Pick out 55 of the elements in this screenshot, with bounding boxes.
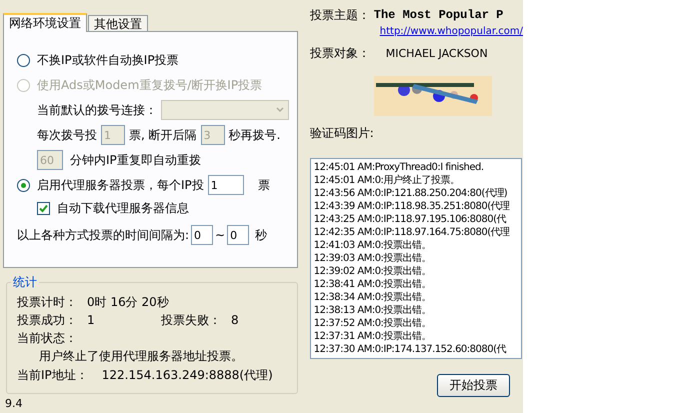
log-entry: 12:37:52 AM:0:投票出错。: [314, 317, 432, 330]
ip-label: 当前IP地址：: [17, 366, 88, 384]
status-label: 当前状态：: [17, 330, 77, 346]
topic-value: The Most Popular P: [374, 8, 504, 22]
unit-label: 票: [258, 176, 270, 194]
radio-button[interactable]: [17, 178, 30, 192]
ip-value: 122.154.163.249:8888(代理): [102, 366, 273, 384]
log-entry: 12:43:56 AM:0:IP:121.88.250.204:80(代理): [314, 187, 508, 200]
target-label: 投票对象：: [310, 44, 370, 62]
log-entry: 12:37:31 AM:0:投票出错。: [314, 330, 432, 343]
timer-label: 投票计时：: [17, 294, 77, 310]
redial-label: 秒再拨号.: [228, 126, 280, 144]
topic-label: 投票主题：: [310, 6, 370, 24]
target-value: MICHAEL JACKSON: [386, 46, 488, 60]
vote-link[interactable]: http://www.whopopular.com/: [380, 26, 523, 36]
checkbox[interactable]: [37, 202, 50, 214]
log-entry: 12:37:30 AM:0:IP:174.137.152.60:8080(代: [314, 343, 508, 356]
unit-label: 秒: [255, 226, 268, 244]
status-value: 用户终止了使用代理服务器地址投票。: [39, 348, 243, 364]
tab[interactable]: 网络环境设置: [3, 13, 87, 32]
log-entry: 12:38:34 AM:0:投票出错。: [314, 291, 432, 304]
log-entry: 12:45:01 AM:0:用户终止了投票。: [314, 174, 460, 187]
repeat-label: 分钟内IP重复即自动重拨: [70, 152, 201, 168]
success-label: 投票成功：: [17, 312, 77, 328]
log-entry: 12:41:03 AM:0:投票出错。: [314, 239, 432, 252]
interval-to-field[interactable]: 0: [227, 225, 250, 245]
radio-label: 使用Ads或Modem重复拨号/断开换IP投票: [37, 76, 262, 94]
log-entry: 12:38:41 AM:0:投票出错。: [314, 278, 432, 291]
interval-separator: ~: [215, 228, 226, 242]
log-entry: 12:43:25 AM:0:IP:118.97.195.106:8080(代: [314, 213, 508, 226]
version-label: 9.4: [5, 397, 24, 410]
group-title: 统计: [12, 274, 38, 291]
start-vote-button[interactable]: 开始投票: [436, 374, 510, 397]
interval-label: 以上各种方式投票的时间间隔为:: [17, 226, 190, 244]
log-entry: 12:45:01 AM:ProxyThread0:I finished.: [314, 161, 485, 174]
votes-per-ip-field[interactable]: 1: [208, 175, 244, 195]
radio-label: 启用代理服务器投票，每个IP投: [37, 176, 204, 194]
radio-label: 不换IP或软件自动换IP投票: [37, 52, 179, 68]
captcha-label: 验证码图片:: [310, 125, 374, 142]
tab[interactable]: 其他设置: [88, 15, 148, 32]
wait-label: 票, 断开后隔: [129, 126, 197, 144]
log-entry: 12:43:39 AM:0:IP:118.98.35.251:8080(代理: [314, 200, 511, 213]
votes-per-dial-label: 每次拨号投: [37, 126, 97, 144]
log-entry: 12:38:13 AM:0:投票出错。: [314, 304, 432, 317]
dial-connection-label: 当前默认的拨号连接：: [37, 102, 157, 118]
radio-button[interactable]: [17, 54, 30, 66]
success-value: 1: [87, 313, 96, 327]
log-entry: 12:39:02 AM:0:投票出错。: [314, 265, 432, 278]
checkbox-label: 自动下载代理服务器信息: [57, 200, 189, 216]
fail-value: 8: [231, 313, 239, 327]
fail-label: 投票失败：: [161, 312, 221, 328]
log-entry: 12:39:03 AM:0:投票出错。: [314, 252, 432, 265]
log-entry: 12:42:35 AM:0:IP:118.97.164.75:8080(代理: [314, 226, 511, 239]
timer-value: 0时 16分 20秒: [87, 294, 169, 310]
interval-from-field[interactable]: 0: [191, 225, 214, 245]
